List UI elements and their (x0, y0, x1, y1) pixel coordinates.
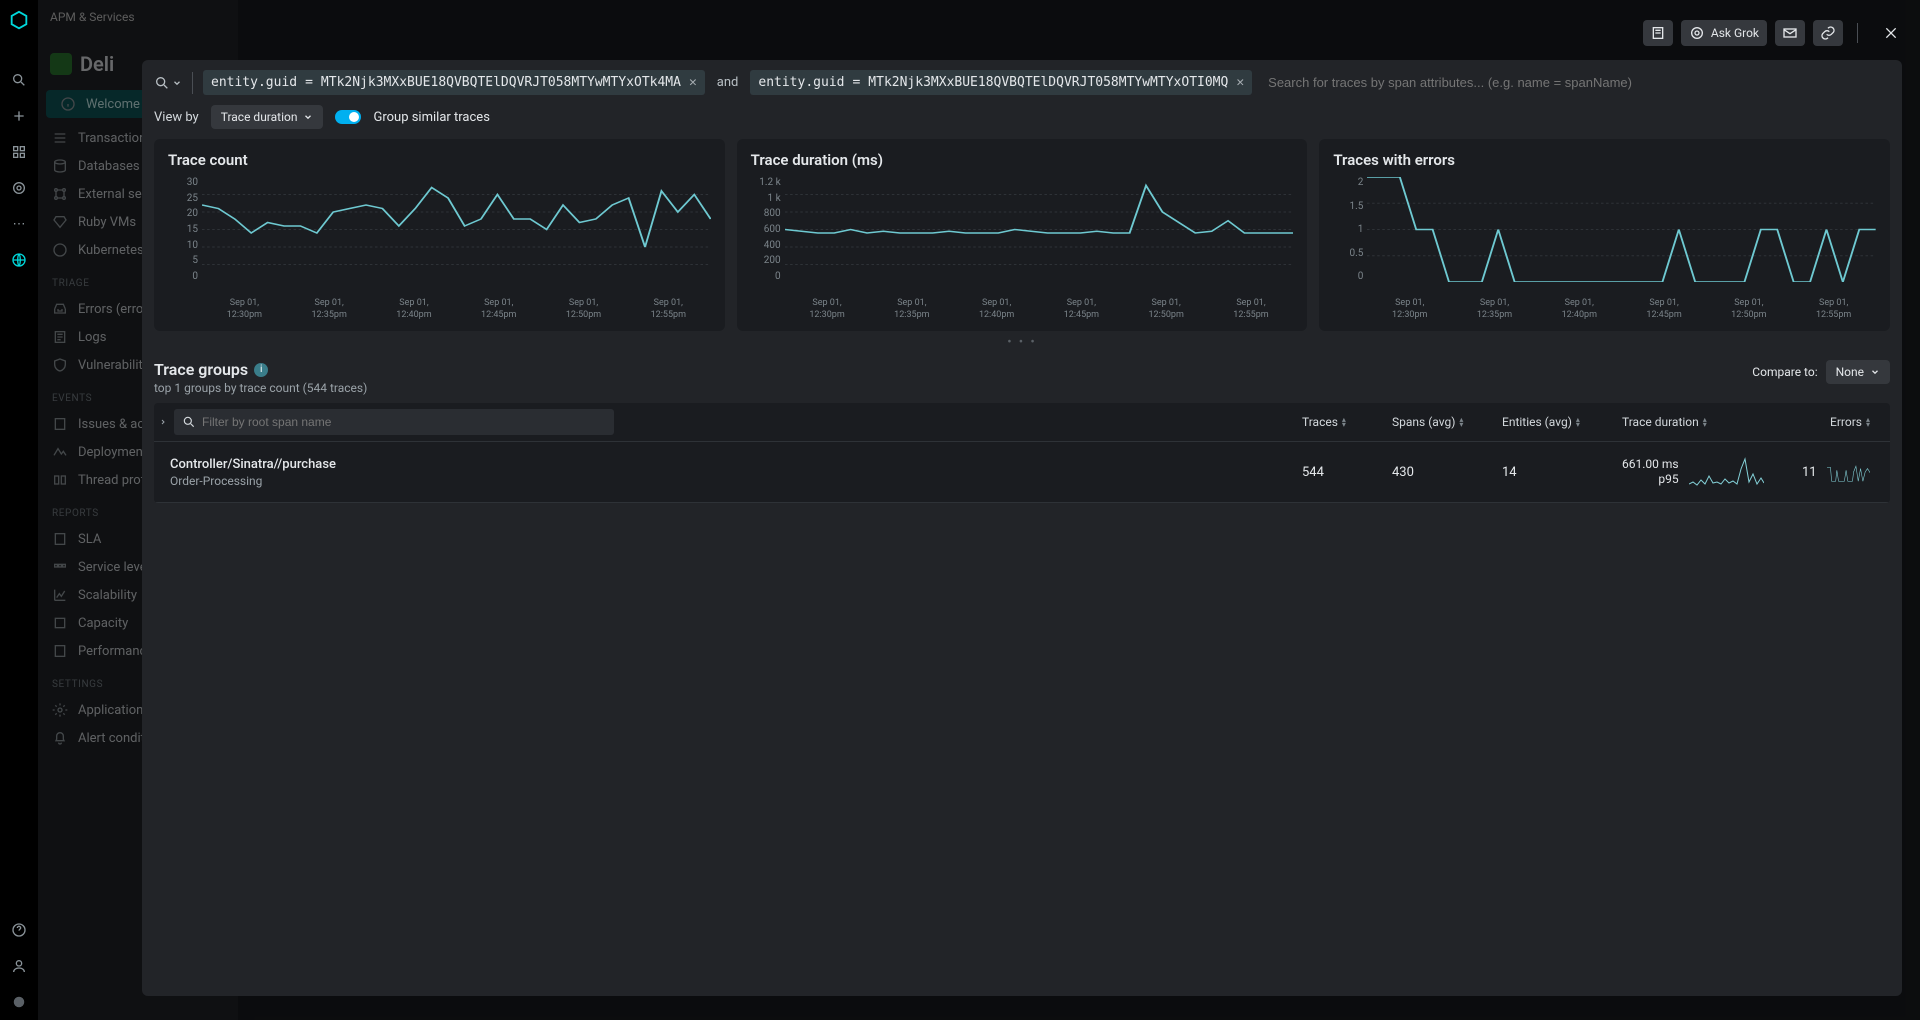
filter-op: = (852, 75, 860, 90)
copy-link-button[interactable] (1813, 20, 1843, 46)
compare-value: None (1836, 365, 1864, 379)
chart-title: Trace count (168, 151, 711, 169)
link-icon (1820, 25, 1836, 41)
duration-sparkline (1689, 454, 1764, 490)
chart-traces-errors: Traces with errors 21.510.50 Sep 01,12:3… (1319, 139, 1890, 331)
cell-entities: 14 (1490, 465, 1610, 480)
apps-icon[interactable] (10, 143, 28, 161)
search-icon (154, 75, 170, 91)
filter-input-field[interactable] (202, 415, 606, 429)
trace-groups-section: Trace groups i top 1 groups by trace cou… (142, 354, 1902, 996)
chevron-down-icon (172, 78, 182, 88)
filter-op: = (305, 75, 313, 90)
chart-plot[interactable] (202, 177, 711, 282)
cell-spans: 430 (1380, 465, 1490, 480)
chart-plot[interactable] (1367, 177, 1876, 282)
trace-groups-table: Traces▴▾ Spans (avg)▴▾ Entities (avg)▴▾ … (154, 403, 1890, 503)
info-icon[interactable]: i (254, 363, 268, 377)
trace-groups-title: Trace groups (154, 360, 248, 379)
divider (1857, 23, 1858, 43)
close-button[interactable] (1880, 22, 1902, 44)
duration-value: 661.00 ms (1622, 457, 1679, 473)
mail-icon (1782, 25, 1798, 41)
x-axis-labels: Sep 01,12:30pmSep 01,12:35pmSep 01,12:40… (785, 298, 1294, 321)
user-icon[interactable] (10, 957, 28, 975)
y-axis-labels: 302520151050 (168, 177, 198, 282)
table-row[interactable]: Controller/Sinatra//purchase Order-Proce… (154, 442, 1890, 503)
globe-icon[interactable] (10, 251, 28, 269)
search-icon[interactable] (10, 71, 28, 89)
filter-attr: entity.guid (211, 75, 297, 90)
y-axis-labels: 1.2 k1 k8006004002000 (751, 177, 781, 282)
duration-stat: p95 (1622, 472, 1679, 488)
search-input[interactable] (1260, 70, 1890, 95)
newrelic-logo[interactable] (8, 10, 30, 32)
service-name: Order-Processing (170, 474, 1290, 488)
viewby-label: View by (154, 110, 199, 125)
notes-button[interactable] (1643, 20, 1673, 46)
table-header-row: Traces▴▾ Spans (avg)▴▾ Entities (avg)▴▾ … (154, 403, 1890, 442)
ask-grok-button[interactable]: Ask Grok (1681, 20, 1767, 46)
filter-root-span-input[interactable] (174, 409, 614, 435)
remove-filter-button[interactable]: ✕ (689, 75, 697, 90)
group-traces-toggle[interactable] (335, 110, 361, 124)
search-bar: entity.guid = MTk2Njk3MXxBUE18QVBQTElDQV… (142, 60, 1902, 105)
ai-icon (1689, 25, 1705, 41)
cell-duration: 661.00 ms p95 (1610, 454, 1790, 490)
filter-pill-1[interactable]: entity.guid = MTk2Njk3MXxBUE18QVBQTElDQV… (203, 70, 705, 95)
cell-errors: 11 (1790, 454, 1890, 490)
filter-pill-2[interactable]: entity.guid = MTk2Njk3MXxBUE18QVBQTElDQV… (750, 70, 1252, 95)
y-axis-labels: 21.510.50 (1333, 177, 1363, 282)
toggle-label: Group similar traces (373, 110, 489, 125)
search-icon (182, 415, 196, 429)
filter-val: MTk2Njk3MXxBUE18QVBQTElDQVRJT058MTYwMTYx… (321, 75, 681, 90)
collapse-handle[interactable] (154, 403, 168, 441)
compare-label: Compare to: (1752, 365, 1817, 379)
chart-plot[interactable] (785, 177, 1294, 282)
status-dot-icon[interactable] (10, 993, 28, 1011)
share-mail-button[interactable] (1775, 20, 1805, 46)
ask-grok-label: Ask Grok (1711, 26, 1759, 40)
more-icon[interactable]: ⋯ (10, 215, 28, 233)
column-errors[interactable]: Errors▴▾ (1790, 405, 1890, 439)
nav-rail: ⋯ (0, 0, 38, 1020)
chart-title: Traces with errors (1333, 151, 1876, 169)
add-icon[interactable] (10, 107, 28, 125)
filter-val: MTk2Njk3MXxBUE18QVBQTElDQVRJT058MTYwMTYx… (868, 75, 1228, 90)
remove-filter-button[interactable]: ✕ (1236, 75, 1244, 90)
filter-and: and (713, 75, 743, 90)
trace-groups-subtitle: top 1 groups by trace count (544 traces) (154, 381, 367, 395)
charts-row: Trace count 302520151050 Sep 01,12:30pmS… (142, 139, 1902, 331)
resize-grip[interactable]: • • • (142, 331, 1902, 354)
column-spans[interactable]: Spans (avg)▴▾ (1380, 405, 1490, 439)
chart-title: Trace duration (ms) (751, 151, 1294, 169)
filter-attr: entity.guid (758, 75, 844, 90)
errors-sparkline (1827, 454, 1870, 490)
chevron-down-icon (1870, 367, 1880, 377)
cell-name: Controller/Sinatra//purchase Order-Proce… (154, 457, 1290, 488)
cell-traces: 544 (1290, 465, 1380, 480)
x-axis-labels: Sep 01,12:30pmSep 01,12:35pmSep 01,12:40… (202, 298, 711, 321)
x-axis-labels: Sep 01,12:30pmSep 01,12:35pmSep 01,12:40… (1367, 298, 1876, 321)
browser-icon[interactable] (10, 179, 28, 197)
distributed-tracing-panel: entity.guid = MTk2Njk3MXxBUE18QVBQTElDQV… (142, 60, 1902, 996)
chart-trace-count: Trace count 302520151050 Sep 01,12:30pmS… (154, 139, 725, 331)
column-traces[interactable]: Traces▴▾ (1290, 405, 1380, 439)
compare-dropdown[interactable]: None (1826, 360, 1890, 384)
viewby-value: Trace duration (221, 110, 298, 124)
chevron-down-icon (303, 112, 313, 122)
span-name: Controller/Sinatra//purchase (170, 457, 1290, 472)
chart-trace-duration: Trace duration (ms) 1.2 k1 k800600400200… (737, 139, 1308, 331)
column-duration[interactable]: Trace duration▴▾ (1610, 405, 1790, 439)
divider (192, 72, 193, 94)
help-icon[interactable] (10, 921, 28, 939)
topbar: Ask Grok (1643, 20, 1902, 46)
note-icon (1650, 25, 1666, 41)
viewby-row: View by Trace duration Group similar tra… (142, 105, 1902, 139)
close-icon (1883, 25, 1899, 41)
errors-value: 11 (1802, 465, 1817, 480)
viewby-dropdown[interactable]: Trace duration (211, 105, 324, 129)
search-dropdown-button[interactable] (154, 75, 182, 91)
column-entities[interactable]: Entities (avg)▴▾ (1490, 405, 1610, 439)
